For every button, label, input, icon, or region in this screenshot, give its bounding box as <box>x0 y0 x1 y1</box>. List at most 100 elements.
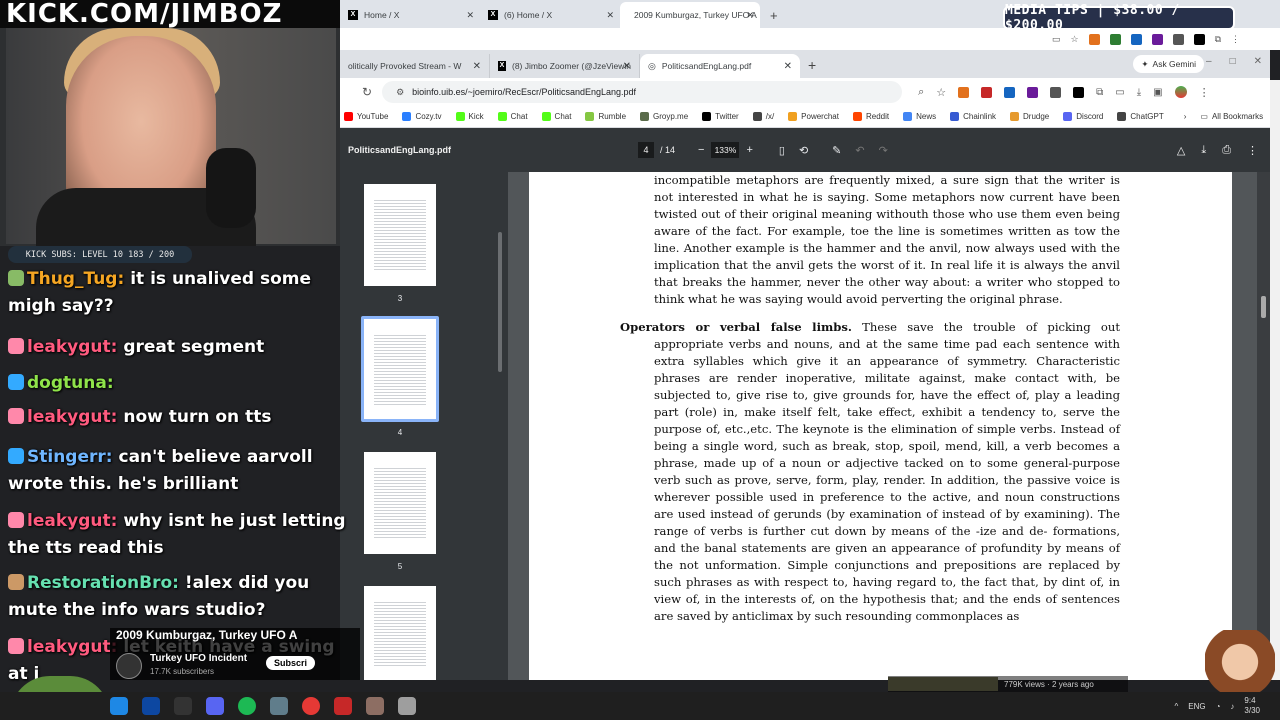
thumbnail-page-3[interactable] <box>364 184 436 286</box>
site-info-icon[interactable]: ⚙ <box>396 87 404 98</box>
app-icon[interactable] <box>270 697 288 715</box>
app-icon[interactable] <box>398 697 416 715</box>
close-icon[interactable]: ✕ <box>466 10 474 21</box>
extension-icon[interactable] <box>1004 86 1016 98</box>
x-icon[interactable] <box>1193 33 1205 45</box>
all-bookmarks[interactable]: ▭ All Bookmarks <box>1200 112 1263 121</box>
bookmark-item[interactable]: Chat <box>541 112 571 121</box>
close-window-icon[interactable]: ✕ <box>1254 56 1262 67</box>
close-icon[interactable]: ✕ <box>623 61 631 72</box>
drive-icon[interactable]: △ <box>1177 144 1185 157</box>
outer-scrollbar[interactable] <box>1270 80 1280 680</box>
wifi-icon[interactable]: ◔ <box>1216 702 1221 711</box>
close-icon[interactable]: ✕ <box>784 61 792 72</box>
outer-tab-ufo[interactable]: 2009 Kumburgaz, Turkey UFO A ✕ <box>620 2 760 28</box>
url-field[interactable]: ⚙ bioinfo.uib.es/~joemiro/RecEscr/Politi… <box>382 81 903 103</box>
bookmark-item[interactable]: Discord <box>1063 112 1103 121</box>
channel-name[interactable]: Turkey UFO Incident <box>150 653 247 664</box>
channel-avatar[interactable] <box>116 653 142 679</box>
profile-avatar[interactable] <box>1174 86 1187 98</box>
reload-icon[interactable]: ↻ <box>362 85 372 99</box>
subscribe-button[interactable]: Subscri <box>266 656 316 670</box>
redo-icon[interactable]: ↷ <box>872 144 895 157</box>
thumbnail-page-4[interactable] <box>364 319 436 419</box>
thumbnail-page-5[interactable] <box>364 452 436 554</box>
puzzle-icon[interactable]: ⧉ <box>1215 34 1221 45</box>
outer-tab-home-x-6[interactable]: X (6) Home / X ✕ <box>480 2 620 28</box>
page-number-input[interactable]: 4 <box>638 142 654 158</box>
cast-icon[interactable]: ▣ <box>1153 87 1162 98</box>
chrome-icon[interactable] <box>302 697 320 715</box>
new-tab-icon[interactable]: + <box>770 8 778 23</box>
zoom-in-icon[interactable]: + <box>739 144 759 156</box>
bookmark-item[interactable]: Reddit <box>852 112 889 121</box>
app-icon[interactable] <box>366 697 384 715</box>
language-indicator[interactable]: ENG <box>1188 702 1205 711</box>
tab-pdf[interactable]: ◎ PoliticsandEngLang.pdf ✕ <box>640 54 800 78</box>
extension-icon[interactable] <box>958 86 970 98</box>
extension-icon[interactable] <box>1151 33 1163 45</box>
extension-icon[interactable] <box>1109 33 1121 45</box>
close-icon[interactable]: ✕ <box>746 10 754 21</box>
bookmark-item[interactable]: Chat <box>497 112 528 121</box>
bookmark-item[interactable]: YouTube <box>344 112 388 121</box>
undo-icon[interactable]: ↶ <box>848 144 871 157</box>
outer-tab-home-x[interactable]: X Home / X ✕ <box>340 2 480 28</box>
extension-icon[interactable] <box>1172 33 1184 45</box>
extension-icon[interactable] <box>981 86 993 98</box>
download-icon[interactable]: ⤓ <box>1201 144 1206 157</box>
steam-icon[interactable] <box>142 697 160 715</box>
app-icon[interactable] <box>174 697 192 715</box>
ask-gemini-button[interactable]: ✦ Ask Gemini <box>1133 55 1204 73</box>
video-thumbnail[interactable] <box>888 677 998 691</box>
bookmark-item[interactable]: Groyp.me <box>640 112 688 121</box>
bookmark-item[interactable]: Drudge <box>1010 112 1049 121</box>
scroll-thumb[interactable] <box>1261 296 1266 318</box>
extension-icon[interactable] <box>1130 33 1142 45</box>
screen-icon[interactable]: ▭ <box>1052 34 1061 45</box>
page-scrollbar[interactable] <box>1257 172 1270 680</box>
extension-icon[interactable] <box>1050 86 1062 98</box>
thumbnail-page-6[interactable] <box>364 586 436 680</box>
more-bookmarks-icon[interactable]: › <box>1184 112 1187 121</box>
puzzle-icon[interactable]: ⧉ <box>1096 87 1103 98</box>
star-icon[interactable]: ☆ <box>1070 34 1078 45</box>
sidepanel-icon[interactable]: ▭ <box>1115 87 1124 98</box>
bookmark-item[interactable]: News <box>903 112 936 121</box>
zoom-out-icon[interactable]: − <box>691 144 711 156</box>
bookmark-item[interactable]: Cozy.tv <box>402 112 442 121</box>
volume-icon[interactable]: ♪ <box>1230 702 1234 711</box>
tab-jimbo[interactable]: X (8) Jimbo Zoomer (@JzeViewin ✕ <box>490 54 640 78</box>
close-icon[interactable]: ✕ <box>473 61 481 72</box>
spotify-icon[interactable] <box>238 697 256 715</box>
bookmark-item[interactable]: /x/ <box>752 112 774 121</box>
bookmark-item[interactable]: Kick <box>455 112 484 121</box>
extension-icon[interactable] <box>1088 33 1100 45</box>
print-icon[interactable]: ⎙ <box>1222 144 1231 157</box>
fit-page-icon[interactable]: ▯ <box>772 144 792 157</box>
extension-icon[interactable] <box>1027 86 1039 98</box>
zoom-icon[interactable]: ⌕ <box>918 86 924 99</box>
bookmark-item[interactable]: Twitter <box>702 112 739 121</box>
tab-stream[interactable]: olitically Provoked Stream - W ✕ <box>340 54 490 78</box>
rotate-icon[interactable]: ⟲ <box>792 144 815 157</box>
menu-icon[interactable]: ⋮ <box>1199 86 1210 99</box>
close-icon[interactable]: ✕ <box>606 10 614 21</box>
menu-icon[interactable]: ⋮ <box>1231 34 1240 45</box>
annotate-icon[interactable]: ✎ <box>825 144 848 157</box>
zoom-input[interactable]: 133% <box>711 142 740 158</box>
discord-icon[interactable] <box>206 697 224 715</box>
bookmark-item[interactable]: Powerchat <box>788 112 839 121</box>
sidebar-scrollbar[interactable] <box>498 232 502 372</box>
maximize-icon[interactable]: □ <box>1230 56 1236 67</box>
x-icon[interactable] <box>1073 86 1085 98</box>
app-icon[interactable] <box>334 697 352 715</box>
more-icon[interactable]: ⋮ <box>1247 144 1258 157</box>
bookmark-item[interactable]: Rumble <box>585 112 626 121</box>
minimize-icon[interactable]: – <box>1206 56 1212 67</box>
star-icon[interactable]: ☆ <box>936 86 946 99</box>
clock[interactable]: 9:4 3/30 <box>1244 696 1260 716</box>
new-tab-icon[interactable]: + <box>808 57 816 73</box>
chevron-up-icon[interactable]: ^ <box>1174 702 1178 711</box>
download-icon[interactable]: ⤓ <box>1137 87 1141 98</box>
